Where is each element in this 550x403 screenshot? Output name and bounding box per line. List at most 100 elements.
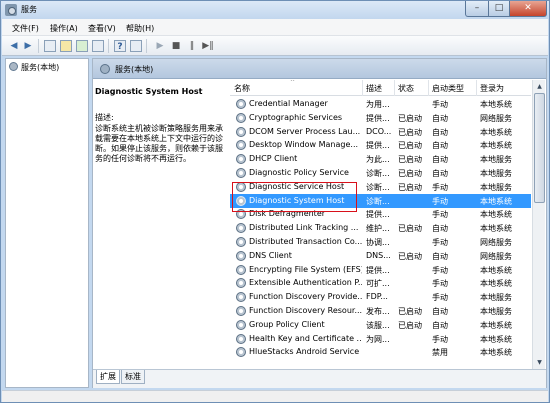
service-row[interactable]: Distributed Link Tracking ... 维护... 已启动 自动 本…	[230, 221, 531, 235]
service-gear-icon	[236, 126, 246, 137]
column-header-startup-type[interactable]: 启动类型	[432, 83, 464, 94]
list-header: 名称 ^ 描述 状态 启动类型 登录为	[230, 80, 531, 96]
service-log-on-as: 本地系统	[480, 141, 512, 151]
service-row[interactable]: Desktop Window Manage... 提供... 已启动 自动 本地系统	[230, 138, 531, 152]
title-bar[interactable]: 服务 – □ ✕	[1, 1, 549, 19]
service-gear-icon	[236, 168, 246, 178]
service-log-on-as: 本地系统	[480, 334, 512, 344]
back-arrow-icon[interactable]: ◀	[8, 40, 20, 52]
scroll-down-arrow-icon[interactable]: ▼	[534, 357, 545, 368]
service-name: Desktop Window Manage...	[249, 140, 359, 150]
service-status: 已启动	[398, 320, 422, 330]
service-row[interactable]: Encrypting File System (EFS) 提供... 手动 本地系统	[230, 263, 531, 277]
menu-help[interactable]: 帮助(H)	[126, 23, 154, 34]
services-window: 服务 – □ ✕ 文件(F) 操作(A) 查看(V) 帮助(H) ◀ ▶ ? ▶…	[0, 0, 550, 403]
service-row[interactable]: Credential Manager 为用... 手动 本地系统	[230, 97, 531, 111]
stop-service-icon[interactable]: ■	[170, 40, 182, 52]
menu-action[interactable]: 操作(A)	[50, 23, 78, 34]
forward-arrow-icon[interactable]: ▶	[22, 40, 34, 52]
service-row[interactable]: Extensible Authentication P... 可扩... 手动 本地系…	[230, 276, 531, 290]
service-row[interactable]: Cryptographic Services 提供... 已启动 自动 网络服务	[230, 111, 531, 125]
service-startup-type: 自动	[432, 169, 448, 178]
service-row[interactable]: Group Policy Client 该服... 已启动 自动 本地系统	[230, 318, 531, 332]
description-text: 诊断系统主机被诊断策略服务用来承载需要在本地系统上下文中运行的诊断。如果停止该服…	[95, 124, 223, 163]
service-description: 维护...	[366, 224, 390, 234]
column-header-log-on-as[interactable]: 登录为	[480, 83, 504, 94]
service-row[interactable]: DHCP Client 为此... 已启动 自动 本地服务	[230, 152, 531, 166]
service-name: DHCP Client	[249, 154, 298, 164]
service-startup-type: 手动	[432, 196, 448, 206]
vertical-scrollbar[interactable]: ▲ ▼	[532, 80, 545, 369]
start-service-icon[interactable]: ▶	[154, 40, 166, 52]
service-log-on-as: 网络服务	[480, 251, 512, 261]
service-name: Diagnostic Policy Service	[249, 168, 349, 177]
service-log-on-as: 本地服务	[480, 293, 512, 303]
refresh-icon[interactable]	[76, 40, 88, 52]
service-startup-type: 自动	[432, 113, 448, 123]
pause-service-icon[interactable]: ‖	[186, 40, 198, 52]
service-gear-icon	[236, 99, 246, 109]
service-row[interactable]: Distributed Transaction Co... 协调... 手动 网络服务	[230, 235, 531, 249]
service-status: 已启动	[398, 155, 422, 165]
tab-standard[interactable]: 标准	[121, 370, 145, 384]
service-description: 该服...	[366, 320, 390, 330]
console-tree-icon[interactable]	[44, 40, 56, 52]
menu-file[interactable]: 文件(F)	[12, 23, 39, 34]
service-name: Encrypting File System (EFS)	[249, 264, 362, 274]
service-description: 为用...	[366, 100, 390, 109]
service-row[interactable]: Health Key and Certificate ... 为网... 手动 本地系…	[230, 332, 531, 346]
service-log-on-as: 本地系统	[480, 196, 512, 206]
service-description: 提供...	[366, 113, 390, 123]
service-log-on-as: 本地系统	[480, 210, 512, 220]
service-log-on-as: 网络服务	[480, 238, 512, 247]
column-header-description[interactable]: 描述	[366, 83, 382, 94]
service-name: Health Key and Certificate ...	[249, 333, 362, 343]
help-icon[interactable]: ?	[114, 40, 126, 52]
export-list-icon[interactable]	[92, 40, 104, 52]
service-row[interactable]: DCOM Server Process Lau... DCO... 已启动 自动 本地系…	[230, 125, 531, 139]
service-startup-type: 自动	[432, 127, 448, 137]
restart-service-icon[interactable]: ▶‖	[200, 40, 216, 52]
service-row[interactable]: Function Discovery Provide... FDP... 手动 本地服…	[230, 290, 531, 304]
column-header-name[interactable]: 名称	[234, 83, 250, 94]
service-startup-type: 手动	[432, 210, 448, 220]
properties-icon[interactable]	[130, 40, 142, 52]
scroll-up-arrow-icon[interactable]: ▲	[534, 81, 545, 92]
service-startup-type: 自动	[432, 320, 448, 330]
service-gear-icon	[236, 223, 246, 234]
column-divider[interactable]	[476, 80, 477, 96]
service-row[interactable]: HlueStacks Android Service 禁用 本地系统	[230, 345, 531, 359]
toolbar-divider	[146, 39, 147, 53]
service-log-on-as: 本地系统	[480, 279, 512, 289]
close-button[interactable]: ✕	[509, 1, 547, 17]
menu-view[interactable]: 查看(V)	[88, 23, 116, 34]
column-divider[interactable]	[428, 80, 429, 96]
minimize-button[interactable]: –	[465, 1, 489, 17]
tree-item-services-local[interactable]: 服务(本地)	[9, 61, 85, 73]
service-log-on-as: 本地服务	[480, 182, 512, 192]
column-divider[interactable]	[394, 80, 395, 96]
service-log-on-as: 本地系统	[480, 224, 512, 234]
maximize-button[interactable]: □	[488, 1, 510, 17]
tab-extended[interactable]: 扩展	[96, 370, 120, 384]
folder-icon[interactable]	[60, 40, 72, 52]
service-row[interactable]: Function Discovery Resour... 发布... 已启动 自动 本地…	[230, 304, 531, 318]
service-gear-icon	[236, 319, 246, 330]
service-log-on-as: 本地系统	[480, 100, 512, 109]
service-description: 提供...	[366, 210, 390, 220]
service-name: Function Discovery Provide...	[249, 292, 362, 302]
service-name: Distributed Link Tracking ...	[249, 223, 359, 233]
service-row[interactable]: Diagnostic Policy Service 诊断... 已启动 自动 本地服务	[230, 166, 531, 180]
service-row[interactable]: DNS Client DNS... 已启动 自动 网络服务	[230, 249, 531, 263]
tree-item-label: 服务(本地)	[21, 63, 60, 72]
column-divider[interactable]	[362, 80, 363, 96]
service-log-on-as: 本地服务	[480, 169, 512, 178]
service-description: 为网...	[366, 334, 390, 344]
scrollbar-thumb[interactable]	[534, 93, 545, 203]
service-log-on-as: 本地系统	[480, 127, 512, 137]
service-log-on-as: 本地服务	[480, 307, 512, 316]
services-gear-icon	[9, 62, 18, 71]
service-status: 已启动	[398, 224, 422, 234]
column-header-status[interactable]: 状态	[398, 83, 414, 94]
service-name: DNS Client	[249, 250, 292, 260]
